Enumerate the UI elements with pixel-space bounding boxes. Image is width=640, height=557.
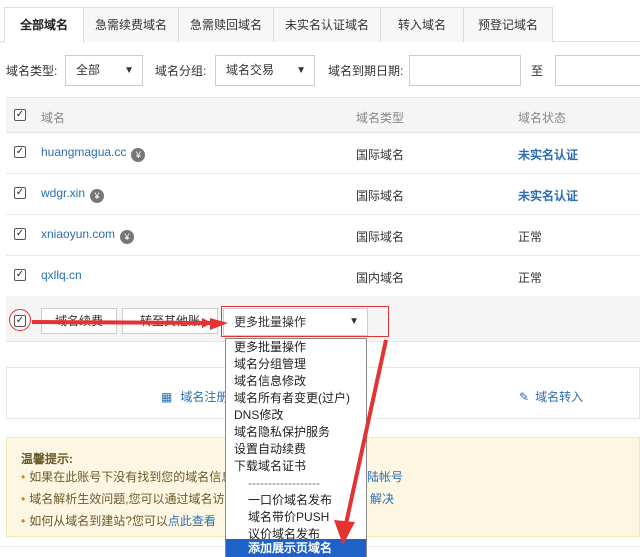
domain-type-cell: 国际域名 — [356, 189, 405, 203]
transfer-account-button[interactable]: 转至其他账 — [122, 308, 218, 334]
tip-item: • 如果在此账号下没有找到您的域名信息, — [21, 470, 237, 484]
table-row: ✓ xniaoyun.com ¥ 国际域名 正常 — [6, 215, 640, 256]
transfer-in-link[interactable]: ✎ 域名转入 — [519, 388, 583, 405]
row-checkbox[interactable]: ✓ — [14, 187, 26, 199]
chevron-down-icon: ▼ — [296, 65, 306, 76]
domain-status-link[interactable]: 未实名认证 — [518, 146, 578, 163]
login-account-link[interactable]: 陆帐号 — [367, 468, 403, 485]
table-header: ✓ 域名 域名类型 域名状态 — [6, 97, 640, 133]
tip-item: • 域名解析生效问题,您可以通过域名访问 — [21, 492, 237, 506]
menu-item[interactable]: 更多批量操作 — [234, 339, 306, 355]
register-domain-label: 域名注册 — [180, 390, 229, 404]
resolve-link[interactable]: 解决 — [370, 490, 394, 507]
table-row: ✓ wdgr.xin ¥ 国际域名 未实名认证 — [6, 174, 640, 215]
expiry-end-input[interactable] — [555, 55, 640, 86]
yuan-badge-icon: ¥ — [120, 230, 135, 244]
menu-item[interactable]: 域名分组管理 — [234, 356, 306, 372]
menu-separator: ------------------ — [248, 476, 320, 490]
tip-item: • 如何从域名到建站?您可以点此查看 — [21, 514, 216, 528]
menu-item[interactable]: 域名信息修改 — [234, 373, 306, 389]
annotation-circle — [9, 309, 31, 331]
tab-transfer-in[interactable]: 转入域名 — [380, 7, 464, 42]
tip-text: 如何从域名到建站?您可以 — [29, 514, 168, 528]
tab-renew-needed[interactable]: 急需续费域名 — [83, 7, 179, 42]
domain-type-label: 域名类型: — [6, 64, 58, 78]
domain-group-value: 域名交易 — [226, 63, 275, 77]
tab-all-domains[interactable]: 全部域名 — [4, 7, 84, 43]
menu-item-selected[interactable]: 添加展示页域名 — [226, 539, 366, 557]
menu-item[interactable]: DNS修改 — [234, 407, 283, 423]
row-checkbox[interactable]: ✓ — [14, 146, 26, 158]
column-header-type: 域名类型 — [356, 111, 405, 125]
menu-item[interactable]: 一口价域名发布 — [248, 492, 332, 508]
domain-status-cell: 正常 — [518, 230, 543, 244]
pencil-icon: ✎ — [519, 390, 530, 404]
expiry-start-input[interactable] — [409, 55, 521, 86]
menu-item[interactable]: 域名所有者变更(过户) — [234, 390, 350, 406]
menu-item[interactable]: 域名带价PUSH — [248, 509, 329, 525]
domain-type-cell: 国际域名 — [356, 148, 405, 162]
domain-group-label: 域名分组: — [155, 64, 207, 78]
domain-name-text: huangmagua.cc — [41, 145, 127, 159]
row-checkbox[interactable]: ✓ — [14, 269, 26, 281]
register-domain-link[interactable]: ▦ 域名注册 — [161, 388, 228, 405]
domain-name-link[interactable]: huangmagua.cc ¥ — [41, 145, 146, 162]
tab-unverified[interactable]: 未实名认证域名 — [273, 7, 381, 42]
date-range-separator: 至 — [531, 64, 544, 78]
view-here-link[interactable]: 点此查看 — [168, 514, 216, 528]
chevron-down-icon: ▼ — [124, 65, 134, 76]
table-row: ✓ qxllq.cn 国内域名 正常 — [6, 256, 640, 297]
domain-name-link[interactable]: qxllq.cn — [41, 268, 82, 282]
domain-status-cell: 正常 — [518, 271, 543, 285]
domain-type-value: 全部 — [76, 63, 101, 77]
annotation-highlight-box — [221, 306, 389, 337]
domain-status-link[interactable]: 未实名认证 — [518, 187, 578, 204]
bulk-operations-menu: 更多批量操作 域名分组管理 域名信息修改 域名所有者变更(过户) DNS修改 域… — [225, 338, 367, 557]
tab-redeem-needed[interactable]: 急需赎回域名 — [178, 7, 274, 42]
select-all-checkbox[interactable]: ✓ — [14, 109, 26, 121]
domain-type-cell: 国际域名 — [356, 230, 405, 244]
domain-tabs: 全部域名 急需续费域名 急需赎回域名 未实名认证域名 转入域名 预登记域名 — [0, 0, 640, 43]
tips-title: 温馨提示: — [21, 452, 73, 466]
menu-item[interactable]: 设置自动续费 — [234, 441, 306, 457]
transfer-in-label: 域名转入 — [535, 390, 584, 404]
domain-name-link[interactable]: xniaoyun.com ¥ — [41, 227, 135, 244]
calendar-icon: ▦ — [161, 390, 173, 404]
yuan-badge-icon: ¥ — [90, 189, 105, 203]
tab-preregistered[interactable]: 预登记域名 — [463, 7, 553, 42]
column-header-name: 域名 — [41, 111, 66, 125]
domain-type-cell: 国内域名 — [356, 271, 405, 285]
domain-name-text: qxllq.cn — [41, 268, 82, 282]
menu-item[interactable]: 域名隐私保护服务 — [234, 424, 330, 440]
table-row: ✓ huangmagua.cc ¥ 国际域名 未实名认证 — [6, 133, 640, 174]
yuan-badge-icon: ¥ — [131, 148, 146, 162]
domain-type-select[interactable]: 全部 ▼ — [65, 55, 143, 86]
domain-name-text: xniaoyun.com — [41, 227, 116, 241]
renew-button[interactable]: 域名续费 — [41, 308, 117, 334]
domain-name-link[interactable]: wdgr.xin ¥ — [41, 186, 105, 203]
menu-item[interactable]: 下载域名证书 — [234, 458, 306, 474]
column-header-status: 域名状态 — [518, 111, 567, 125]
row-checkbox[interactable]: ✓ — [14, 228, 26, 240]
domain-group-select[interactable]: 域名交易 ▼ — [215, 55, 315, 86]
tip-text: 如果在此账号下没有找到您的域名信息, — [29, 470, 237, 484]
tip-text: 域名解析生效问题,您可以通过域名访问 — [29, 492, 237, 506]
expiry-date-label: 域名到期日期: — [328, 64, 404, 78]
domain-name-text: wdgr.xin — [41, 186, 86, 200]
